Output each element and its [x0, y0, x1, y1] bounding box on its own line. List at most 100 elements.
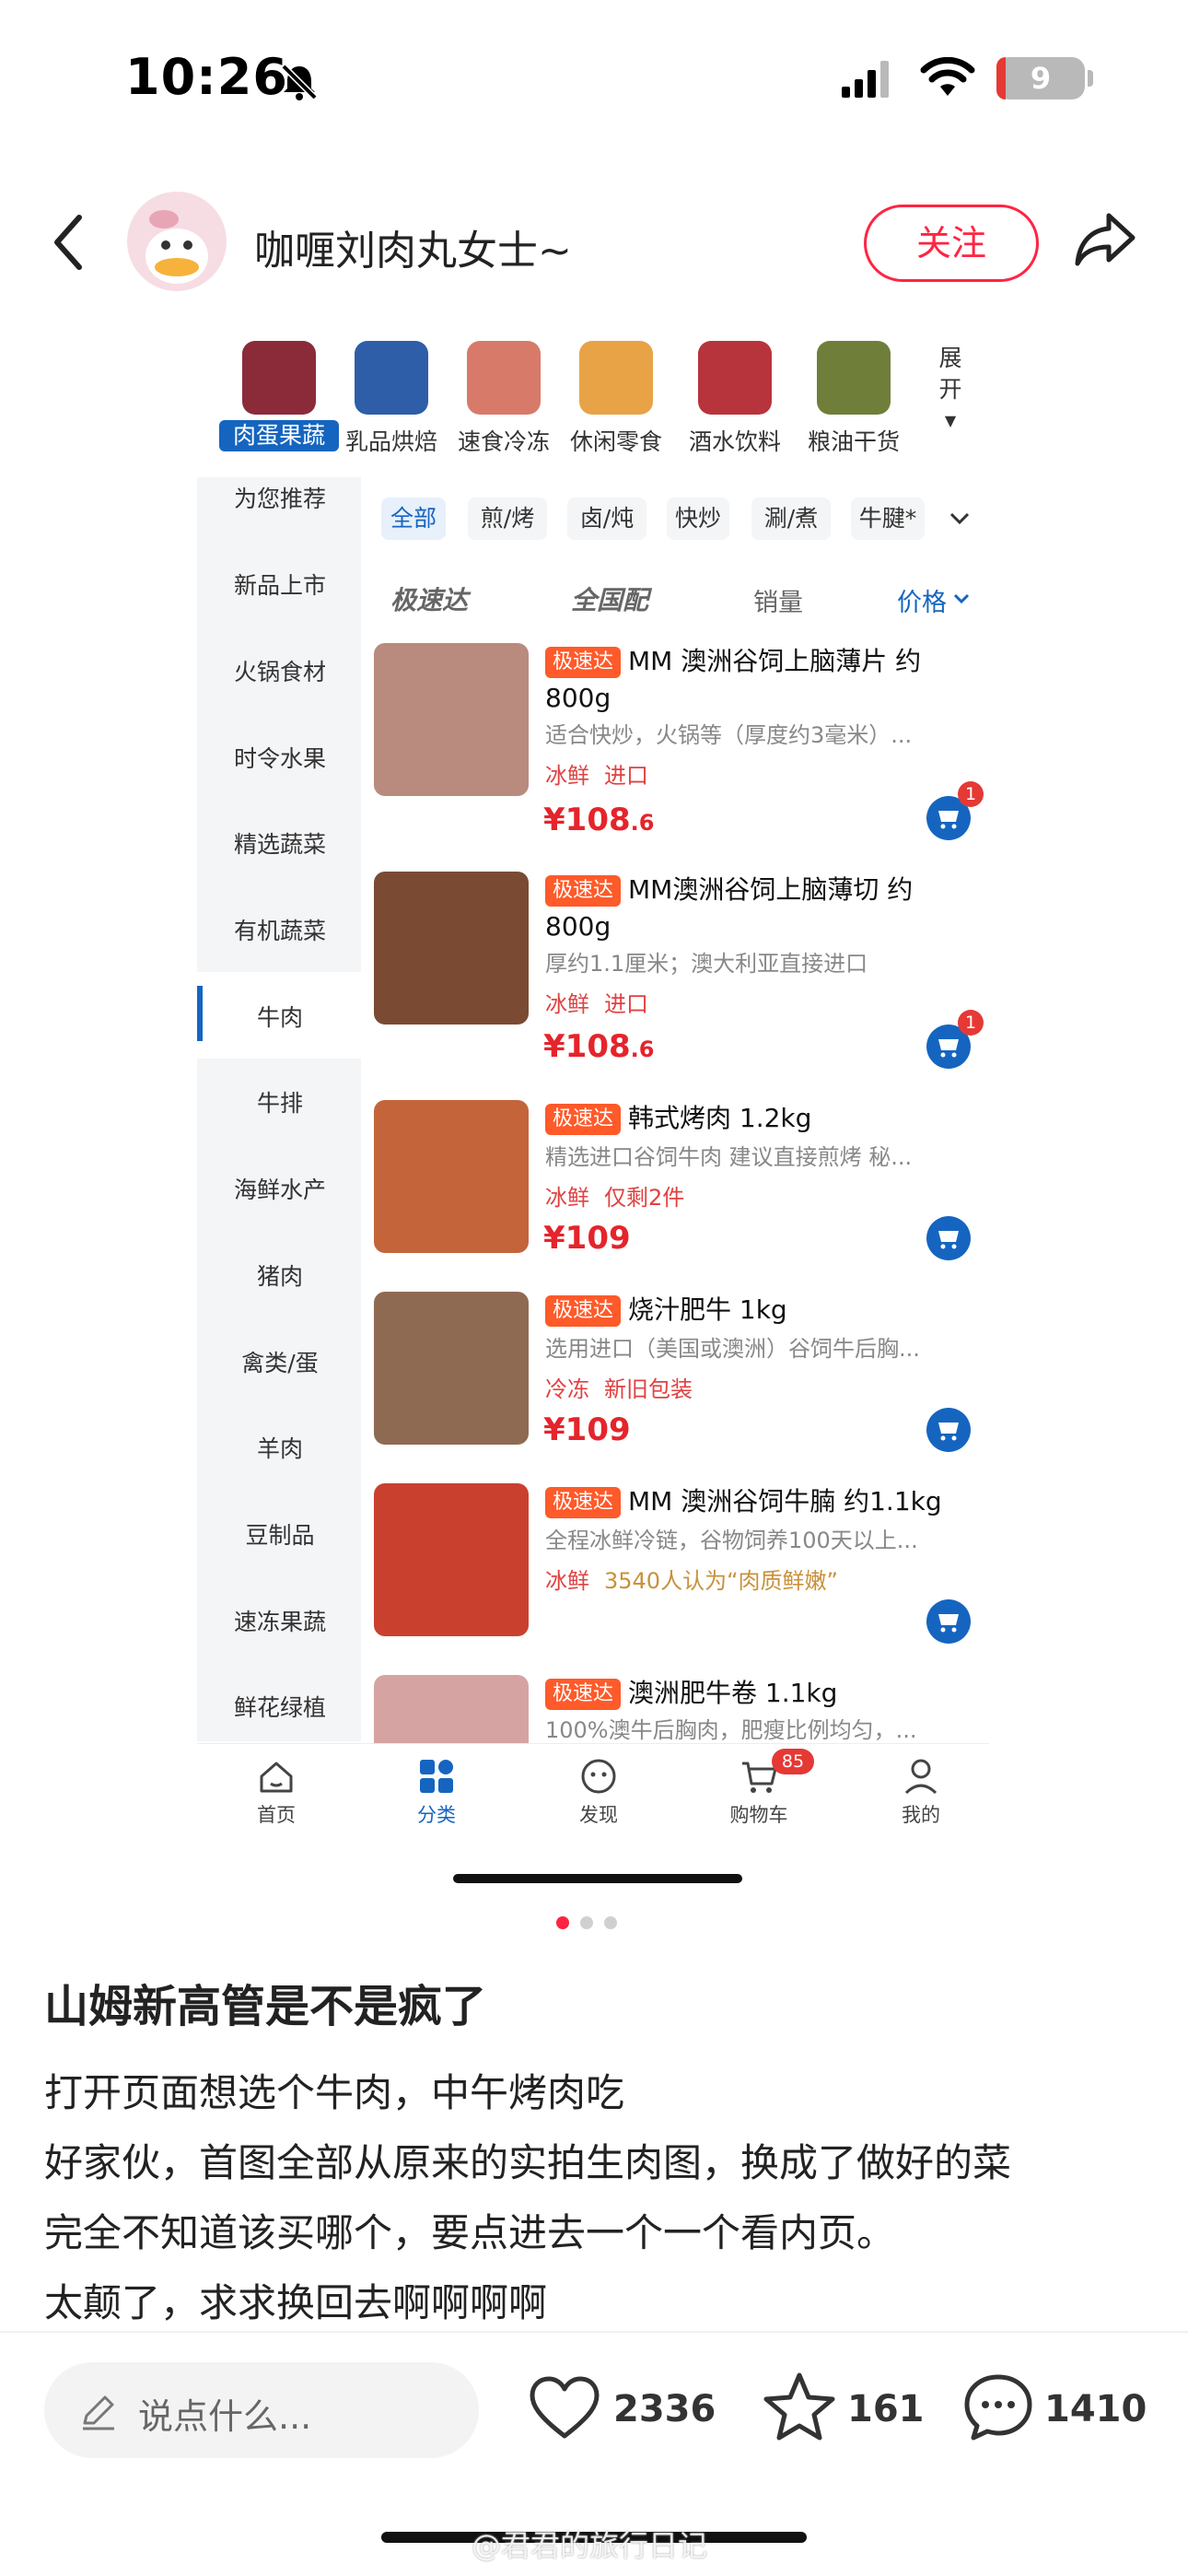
heart-icon[interactable] — [529, 2375, 600, 2441]
chip[interactable]: 涮/煮 — [751, 498, 831, 540]
nav-mine[interactable]: 我的 — [875, 1756, 967, 1828]
chip[interactable]: 煎/烤 — [468, 498, 547, 540]
post-body-line: 太颠了，求求换回去啊啊啊啊 — [44, 2280, 548, 2325]
add-to-cart-button[interactable] — [926, 1216, 971, 1260]
nav-label: 分类 — [417, 1804, 456, 1826]
sidebar-item[interactable]: 为您推荐 — [197, 481, 363, 514]
product-tag: 冰鲜 — [545, 763, 589, 789]
carousel-dot[interactable] — [580, 1916, 593, 1929]
chip[interactable]: 快炒 — [667, 498, 729, 540]
nav-label: 购物车 — [729, 1804, 788, 1826]
sidebar-item[interactable]: 禽类/蛋 — [197, 1345, 363, 1378]
product-image[interactable] — [374, 1483, 529, 1636]
sidebar-item[interactable]: 海鲜水产 — [197, 1172, 363, 1205]
share-icon[interactable] — [1072, 210, 1138, 269]
avatar[interactable] — [127, 192, 227, 291]
post-body-line: 完全不知道该买哪个，要点进去一个一个看内页。 — [44, 2210, 896, 2255]
category-item-4[interactable]: 酒水饮料 — [675, 341, 795, 457]
cart-count-badge: 1 — [958, 781, 984, 807]
author-name[interactable]: 咖喱刘肉丸女士~ — [254, 217, 572, 276]
chevron-down-icon — [953, 593, 970, 604]
sidebar-item[interactable]: 鲜花绿植 — [197, 1690, 363, 1723]
drink-icon — [698, 341, 772, 415]
product-title[interactable]: MM澳洲谷饲上脑薄切 约800g — [545, 872, 960, 945]
nav-discover[interactable]: 发现 — [553, 1756, 645, 1828]
sort-price[interactable]: 价格 — [897, 582, 947, 618]
product-image[interactable] — [374, 1292, 529, 1445]
status-time: 10:26 — [125, 48, 288, 106]
dairy-icon — [355, 341, 428, 415]
price-decimal: .6 — [630, 810, 655, 836]
discover-icon — [581, 1759, 616, 1794]
sidebar-item[interactable]: 牛排 — [197, 1085, 363, 1118]
divider — [0, 2331, 1188, 2333]
product-tag: 新旧包装 — [604, 1376, 693, 1402]
product-image[interactable] — [374, 1100, 529, 1253]
star-icon[interactable] — [763, 2371, 836, 2441]
product-tag: 3540人认为“肉质鲜嫩” — [604, 1568, 838, 1594]
follow-button[interactable]: 关注 — [864, 205, 1039, 282]
product-price: ¥109 — [543, 1220, 631, 1257]
product-image[interactable] — [374, 643, 529, 796]
product-desc: 100%澳牛后胸肉，肥瘦比例均匀，... — [545, 1717, 917, 1743]
product-title[interactable]: 烧汁肥牛 1kg — [545, 1292, 960, 1329]
battery-low-segment — [996, 57, 1006, 100]
product-title[interactable]: 澳洲肥牛卷 1.1kg — [545, 1675, 960, 1712]
sidebar-item[interactable]: 火锅食材 — [197, 654, 363, 687]
carousel-dot[interactable] — [604, 1916, 617, 1929]
category-item-0[interactable]: 肉蛋果蔬 — [219, 341, 339, 451]
category-label: 酒水饮料 — [688, 428, 781, 455]
product-price: ¥108.6 — [543, 1028, 654, 1065]
comment-placeholder[interactable]: 说点什么... — [138, 2388, 311, 2439]
sidebar-item[interactable]: 羊肉 — [197, 1431, 363, 1464]
watermark: @君君的旅行日记 — [472, 2528, 708, 2563]
product-tag: 冰鲜 — [545, 991, 589, 1017]
product-image[interactable] — [374, 872, 529, 1025]
carousel-dot-active[interactable] — [556, 1916, 569, 1929]
sort-sales[interactable]: 销量 — [753, 582, 803, 618]
frozen-food-icon — [467, 341, 541, 415]
add-to-cart-button[interactable] — [926, 1408, 971, 1452]
product-desc: 全程冰鲜冷链，谷物饲养100天以上... — [545, 1528, 918, 1553]
category-label: 乳品烘焙 — [344, 428, 437, 455]
sidebar-item[interactable]: 有机蔬菜 — [197, 913, 363, 946]
chip[interactable]: 牛腱* — [851, 498, 925, 540]
sidebar-item[interactable]: 豆制品 — [197, 1517, 363, 1551]
chevron-down-icon[interactable] — [949, 509, 971, 529]
product-title[interactable]: MM 澳洲谷饲牛腩 约1.1kg — [545, 1483, 960, 1520]
product-title[interactable]: MM 澳洲谷饲上脑薄片 约800g — [545, 643, 960, 717]
nav-category[interactable]: 分类 — [390, 1756, 483, 1828]
category-item-3[interactable]: 休闲零食 — [556, 341, 676, 457]
expand-button[interactable]: 展 开 ▼ — [930, 343, 971, 437]
back-arrow-icon[interactable] — [50, 212, 87, 273]
product-price: ¥109 — [543, 1411, 631, 1448]
comment-icon[interactable] — [961, 2371, 1035, 2443]
nav-home[interactable]: 首页 — [230, 1756, 322, 1828]
sidebar-item[interactable]: 猪肉 — [197, 1259, 363, 1292]
sort-national[interactable]: 全国配 — [571, 580, 648, 617]
sidebar-item[interactable]: 速冻果蔬 — [197, 1604, 363, 1637]
cart-icon — [938, 1614, 959, 1633]
chip-all[interactable]: 全部 — [381, 498, 446, 540]
sidebar-item[interactable]: 精选蔬菜 — [197, 826, 363, 860]
bell-muted-icon — [281, 64, 318, 100]
product-image[interactable] — [374, 1675, 529, 1745]
post-body-line: 好家伙，首图全部从原来的实拍生肉图，换成了做好的菜 — [44, 2140, 1012, 2185]
add-to-cart-button[interactable] — [926, 1599, 971, 1644]
product-tag: 仅剩2件 — [604, 1185, 685, 1211]
product-tag: 进口 — [604, 763, 648, 789]
product-desc: 适合快炒，火锅等（厚度约3毫米）... — [545, 722, 913, 748]
category-item-1[interactable]: 乳品烘焙 — [332, 341, 451, 457]
product-price: ¥108.6 — [543, 802, 654, 838]
cart-count-badge: 85 — [772, 1749, 814, 1774]
sidebar-item[interactable]: 新品上市 — [197, 568, 363, 601]
category-item-5[interactable]: 粮油干货 — [794, 341, 914, 457]
product-title[interactable]: 韩式烤肉 1.2kg — [545, 1100, 960, 1137]
sidebar-item[interactable]: 时令水果 — [197, 741, 363, 774]
cart-icon — [938, 1423, 959, 1441]
chip[interactable]: 卤/炖 — [567, 498, 646, 540]
category-item-2[interactable]: 速食冷冻 — [444, 341, 564, 457]
cart-count-badge: 1 — [958, 1010, 984, 1036]
sidebar-item-selected[interactable]: 牛肉 — [197, 1000, 363, 1033]
sort-express[interactable]: 极速达 — [390, 580, 468, 617]
